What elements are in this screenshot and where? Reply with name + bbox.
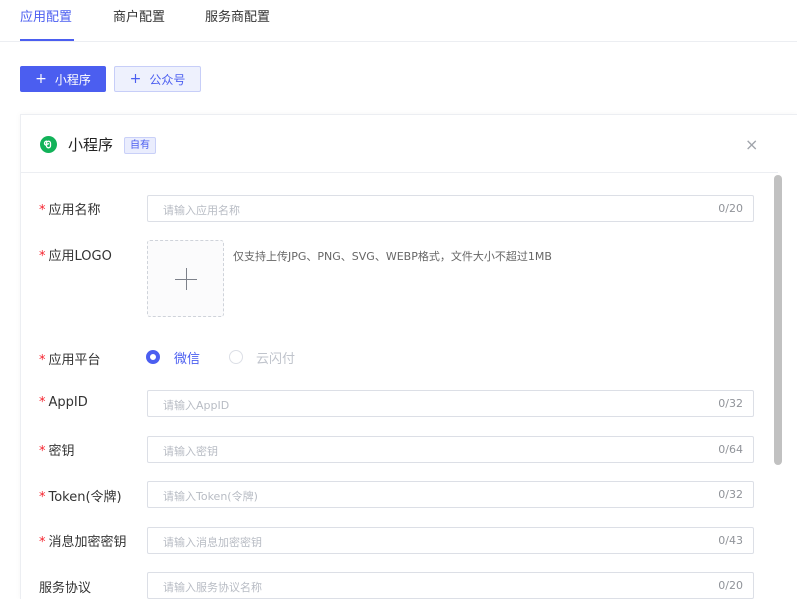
appid-placeholder: 请输入AppID xyxy=(163,399,230,412)
app-name-placeholder: 请输入应用名称 xyxy=(163,204,240,217)
msg-key-label: * 消息加密密钥 xyxy=(39,531,127,550)
add-official-account-label: 公众号 xyxy=(149,72,186,87)
required-mark: * xyxy=(39,444,46,459)
agreement-counter: 0/20 xyxy=(718,579,743,592)
token-placeholder: 请输入Token(令牌) xyxy=(163,490,258,503)
plus-icon: + xyxy=(35,71,47,87)
msg-key-placeholder: 请输入消息加密密钥 xyxy=(163,536,262,549)
token-label-text: Token(令牌) xyxy=(48,490,122,505)
agreement-label-text: 服务协议 xyxy=(39,581,92,596)
platform-label-text: 应用平台 xyxy=(48,353,101,368)
secret-input[interactable]: 请输入密钥 0/64 xyxy=(147,436,754,463)
app-name-input[interactable]: 请输入应用名称 0/20 xyxy=(147,195,754,222)
secret-label-text: 密钥 xyxy=(48,444,75,459)
secret-placeholder: 请输入密钥 xyxy=(163,445,218,458)
close-icon[interactable]: × xyxy=(745,135,758,154)
plus-icon: + xyxy=(129,71,142,87)
token-label: * Token(令牌) xyxy=(39,486,122,505)
tab-bar: 应用配置 商户配置 服务商配置 xyxy=(0,0,797,42)
appid-input[interactable]: 请输入AppID 0/32 xyxy=(147,390,754,417)
tab-provider-config[interactable]: 服务商配置 xyxy=(205,6,270,25)
radio-unionpay[interactable] xyxy=(229,350,243,364)
tab-app-config[interactable]: 应用配置 xyxy=(20,6,72,25)
radio-unionpay-label[interactable]: 云闪付 xyxy=(256,348,295,367)
app-name-label-text: 应用名称 xyxy=(48,203,101,218)
appid-label: * AppID xyxy=(39,395,88,410)
add-mini-program-button[interactable]: + 小程序 xyxy=(20,66,106,92)
active-tab-indicator xyxy=(20,39,74,41)
app-name-counter: 0/20 xyxy=(718,202,743,215)
upload-tip: 仅支持上传JPG、PNG、SVG、WEBP格式，文件大小不超过1MB xyxy=(233,250,552,263)
app-logo-label-text: 应用LOGO xyxy=(48,249,112,264)
radio-wechat-label[interactable]: 微信 xyxy=(174,348,200,367)
own-badge: 自有 xyxy=(124,137,156,154)
token-counter: 0/32 xyxy=(718,488,743,501)
token-input[interactable]: 请输入Token(令牌) 0/32 xyxy=(147,481,754,508)
agreement-input[interactable]: 请输入服务协议名称 0/20 xyxy=(147,572,754,599)
app-logo-label: * 应用LOGO xyxy=(39,245,112,264)
required-mark: * xyxy=(39,395,46,410)
appid-counter: 0/32 xyxy=(718,397,743,410)
platform-label: * 应用平台 xyxy=(39,349,101,368)
msg-key-counter: 0/43 xyxy=(718,534,743,547)
plus-icon-vertical xyxy=(186,268,187,290)
mini-program-card: 小程序 自有 × * 应用名称 请输入应用名称 0/20 * 应用LOGO 仅支持上… xyxy=(20,114,797,599)
required-mark: * xyxy=(39,535,46,550)
required-mark: * xyxy=(39,353,46,368)
tab-merchant-config[interactable]: 商户配置 xyxy=(113,6,165,25)
app-name-label: * 应用名称 xyxy=(39,199,101,218)
card-title: 小程序 xyxy=(68,136,114,154)
mini-program-logo-icon xyxy=(40,136,57,153)
appid-label-text: AppID xyxy=(48,395,88,410)
required-mark: * xyxy=(39,203,46,218)
secret-label: * 密钥 xyxy=(39,440,75,459)
required-mark: * xyxy=(39,490,46,505)
card-header: 小程序 自有 × xyxy=(21,115,778,173)
agreement-label: 服务协议 xyxy=(39,577,91,596)
required-mark: * xyxy=(39,249,46,264)
add-mini-program-label: 小程序 xyxy=(54,72,91,87)
logo-upload-button[interactable] xyxy=(147,240,224,317)
radio-wechat[interactable] xyxy=(146,350,160,364)
vertical-scrollbar[interactable] xyxy=(774,175,782,465)
msg-key-label-text: 消息加密密钥 xyxy=(48,535,127,550)
agreement-placeholder: 请输入服务协议名称 xyxy=(163,581,262,594)
msg-key-input[interactable]: 请输入消息加密密钥 0/43 xyxy=(147,527,754,554)
secret-counter: 0/64 xyxy=(718,443,743,456)
add-official-account-button[interactable]: + 公众号 xyxy=(114,66,201,92)
